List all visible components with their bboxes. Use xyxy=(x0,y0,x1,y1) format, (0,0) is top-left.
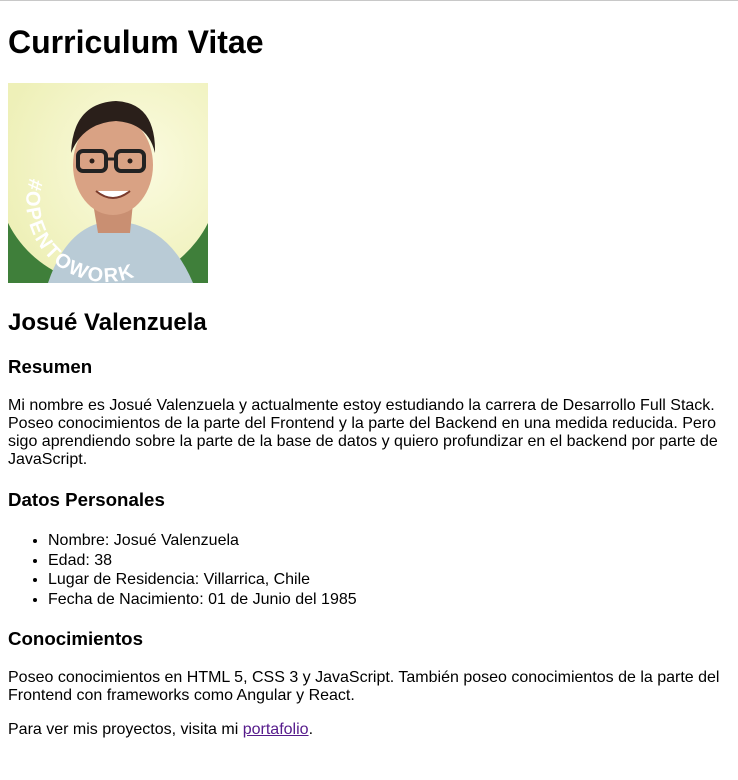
list-item: Edad: 38 xyxy=(48,551,730,571)
page-title: Curriculum Vitae xyxy=(8,24,264,60)
profile-name: Josué Valenzuela xyxy=(8,309,207,336)
section-heading-resumen: Resumen xyxy=(8,356,93,377)
list-item: Lugar de Residencia: Villarrica, Chile xyxy=(48,570,730,590)
cv-page: Curriculum Vitae #OPENTOWORK Josué Valen… xyxy=(0,1,738,739)
conocimientos-text: Poseo conocimientos en HTML 5, CSS 3 y J… xyxy=(8,669,720,704)
profile-photo: #OPENTOWORK xyxy=(8,83,208,283)
datos-personales-list: Nombre: Josué Valenzuela Edad: 38 Lugar … xyxy=(8,531,730,609)
list-item: Nombre: Josué Valenzuela xyxy=(48,531,730,551)
portfolio-link[interactable]: portafolio xyxy=(243,721,309,738)
portfolio-paragraph: Para ver mis proyectos, visita mi portaf… xyxy=(8,721,730,739)
resumen-text: Mi nombre es Josué Valenzuela y actualme… xyxy=(8,397,718,468)
portfolio-suffix: . xyxy=(308,721,314,738)
portfolio-prefix: Para ver mis proyectos, visita mi xyxy=(8,721,243,738)
list-item: Fecha de Nacimiento: 01 de Junio del 198… xyxy=(48,590,730,610)
section-heading-datos-personales: Datos Personales xyxy=(8,489,165,510)
section-heading-conocimientos: Conocimientos xyxy=(8,628,143,649)
